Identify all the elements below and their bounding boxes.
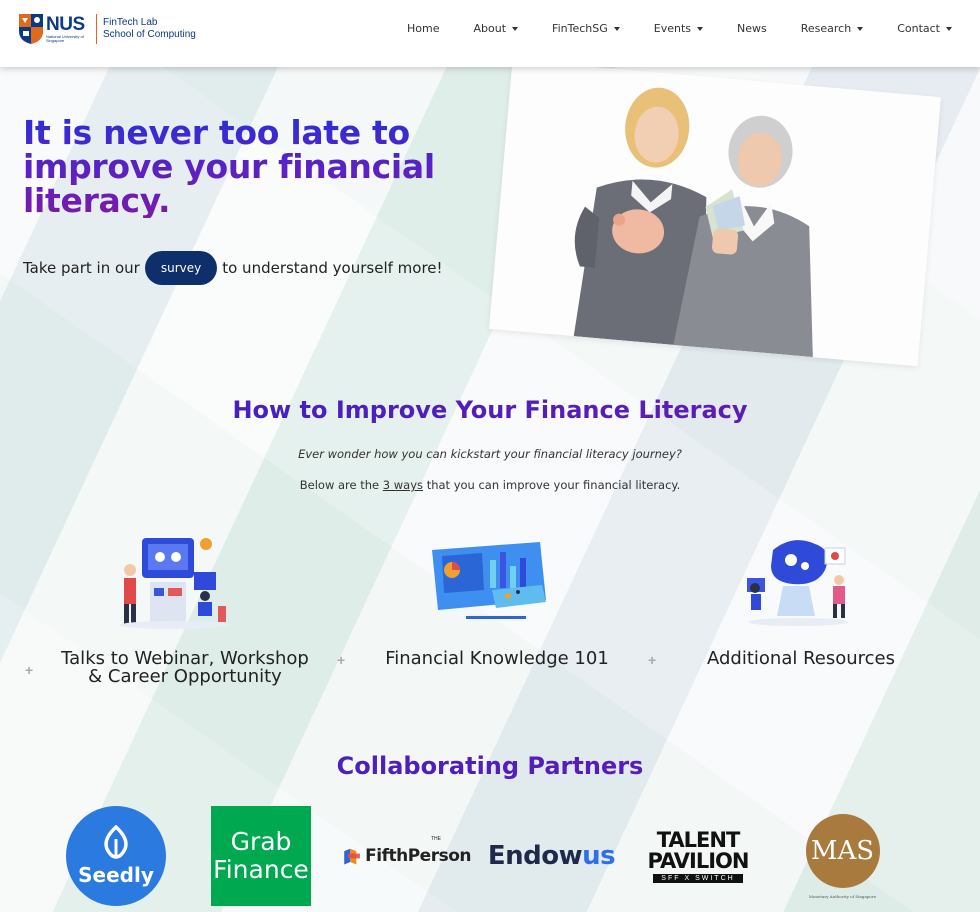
improve-section-title: How to Improve Your Finance Literacy — [0, 396, 980, 424]
partner-mas-logo[interactable]: MAS Monetary Authority of Singapore — [800, 806, 885, 906]
grab-wordmark: Grab — [230, 827, 292, 856]
nav-about-label: About — [473, 22, 507, 35]
caret-down-icon — [946, 26, 952, 31]
hero-title: It is never too late to improve your fin… — [23, 116, 463, 218]
nav-contact[interactable]: Contact — [897, 22, 952, 35]
survey-button[interactable]: survey — [144, 251, 218, 285]
feature-talks[interactable]: + Talks to Webinar, Workshop & Career Op… — [25, 530, 325, 700]
nav-research[interactable]: Research — [800, 22, 864, 35]
partner-fifthperson-logo[interactable]: THE FifthPerson — [343, 806, 471, 906]
partner-grab-finance-logo[interactable]: Grab Finance — [211, 806, 311, 906]
expand-plus-icon[interactable]: + — [25, 662, 33, 678]
caret-down-icon — [512, 26, 519, 31]
nav-about[interactable]: About — [474, 22, 519, 35]
sff-switch-bar: SFF X SWITCH — [653, 873, 743, 883]
nus-crest-icon — [18, 13, 44, 45]
endow-wordmark: Endow — [487, 841, 583, 871]
feature-financial-knowledge[interactable]: + Financial Knowledge 101 — [337, 530, 637, 700]
seedly-wordmark: Seedly — [78, 863, 154, 887]
logo-line-fintech-lab: FinTech Lab — [103, 16, 158, 28]
nav-fintechsg[interactable]: FinTechSG — [552, 22, 620, 35]
caret-down-icon — [697, 26, 703, 31]
pavilion-wordmark: PAVILION — [647, 848, 750, 873]
nav-home-label: Home — [407, 22, 440, 35]
hero-photo — [489, 59, 941, 367]
nus-subtitle: National University of Singapore — [46, 33, 84, 43]
nus-wordmark: NUS — [46, 13, 85, 35]
nav-events-label: Events — [653, 22, 691, 35]
navbar: NUS National University of Singapore Fin… — [0, 0, 980, 67]
talent-wordmark: TALENT — [656, 827, 741, 852]
partners-section-title: Collaborating Partners — [0, 752, 980, 780]
improve-line-before: Below are the — [299, 478, 380, 492]
partner-seedly-logo[interactable]: Seedly — [66, 806, 166, 906]
feature-label: & Career Opportunity — [88, 666, 282, 687]
nav-home[interactable]: Home — [407, 22, 439, 35]
partner-endowus-logo[interactable]: Endow us — [487, 806, 616, 906]
caret-down-icon — [613, 26, 620, 31]
hero-title-line: literacy. — [23, 181, 171, 220]
hero-title-line: improve your financial — [23, 147, 435, 186]
nav-contact-label: Contact — [897, 22, 940, 35]
nav-news-label: News — [737, 22, 767, 35]
fifthperson-the: THE — [431, 836, 441, 842]
feature-label: Additional Resources — [706, 648, 895, 669]
fifthperson-icon — [344, 848, 360, 865]
hero-subtitle: Take part in our survey to understand yo… — [23, 251, 443, 285]
mas-subtitle: Monetary Authority of Singapore — [808, 893, 877, 899]
improve-intro: Ever wonder how you can kickstart your f… — [298, 447, 682, 461]
finance-wordmark: Finance — [213, 855, 309, 884]
financial-dashboard-illustration-icon — [337, 530, 637, 630]
fifthperson-wordmark: FifthPerson — [365, 846, 471, 866]
improve-description: Below are the 3 ways that you can improv… — [0, 478, 980, 492]
resources-brain-illustration-icon — [648, 530, 948, 630]
us-wordmark: us — [582, 841, 616, 871]
improve-line-after: that you can improve your financial lite… — [426, 478, 681, 492]
logo-line-school: School of Computing — [103, 29, 196, 40]
nav-fintechsg-label: FinTechSG — [552, 22, 608, 35]
caret-down-icon — [857, 26, 864, 31]
logo-divider — [96, 14, 97, 44]
hero-sub-before: Take part in our — [23, 259, 140, 277]
main-nav: Home About FinTechSG Events News Researc… — [373, 0, 952, 57]
nav-research-label: Research — [800, 22, 852, 35]
feature-additional-resources[interactable]: + Additional Resources — [648, 530, 948, 700]
nus-fintech-logo[interactable]: NUS National University of Singapore Fin… — [18, 10, 208, 48]
three-ways-link[interactable]: 3 ways — [383, 478, 423, 492]
nav-events[interactable]: Events — [654, 22, 703, 35]
expand-plus-icon[interactable]: + — [337, 652, 345, 668]
nav-news[interactable]: News — [737, 22, 767, 35]
seed-icon — [104, 825, 128, 859]
feature-label: Financial Knowledge 101 — [385, 648, 609, 669]
mas-emblem: MAS — [805, 813, 880, 888]
partner-talent-pavilion-logo[interactable]: TALENT PAVILION SFF X SWITCH — [647, 806, 749, 906]
hero-sub-after: to understand yourself more! — [222, 259, 443, 277]
webinar-illustration-icon — [25, 530, 325, 630]
hero-title-line: It is never too late to — [23, 113, 410, 152]
